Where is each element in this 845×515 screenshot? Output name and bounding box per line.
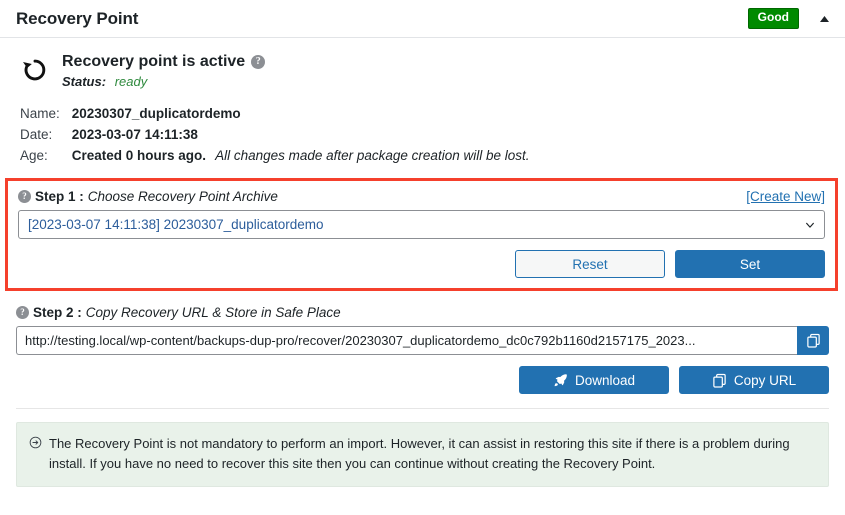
step-1-description: Choose Recovery Point Archive (87, 189, 278, 205)
chevron-down-icon (806, 222, 814, 228)
status-value: ready (114, 74, 148, 90)
recovery-point-active-block: Recovery point is active ? Status: ready (16, 52, 829, 89)
recovery-point-archive-select[interactable]: [2023-03-07 14:11:38] 20230307_duplicato… (18, 210, 825, 240)
reset-button[interactable]: Reset (515, 250, 665, 279)
create-new-link[interactable]: [Create New] (746, 189, 825, 204)
copy-url-button[interactable]: Copy URL (679, 366, 829, 395)
step-1-buttons: Reset Set (18, 250, 825, 279)
meta-key-date: Date: (20, 127, 53, 143)
recovery-point-meta: Name: 20230307_duplicatordemo Date: 2023… (20, 103, 530, 166)
download-rocket-icon (554, 373, 567, 386)
step-2-description: Copy Recovery URL & Store in Safe Place (85, 305, 341, 321)
question-mark-icon[interactable]: ? (251, 54, 266, 69)
status-badge: Good (747, 8, 799, 29)
step-2-label: Step 2 : (33, 305, 82, 321)
recovery-url-input[interactable] (16, 326, 797, 356)
copy-icon (713, 373, 726, 388)
meta-value-name: 20230307_duplicatordemo (72, 103, 530, 124)
meta-key-age: Age: (20, 148, 48, 164)
meta-key-name: Name: (20, 106, 60, 122)
caret-up-icon[interactable] (817, 12, 831, 26)
step-2-block: ? Step 2 : Copy Recovery URL & Store in … (16, 305, 829, 395)
copy-icon[interactable] (797, 326, 829, 356)
question-mark-icon[interactable]: ? (18, 190, 31, 204)
table-row: Name: 20230307_duplicatordemo (20, 103, 530, 124)
meta-value-text: Created 0 hours ago. (71, 148, 207, 164)
table-row: Age: Created 0 hours ago. All changes mad… (20, 145, 530, 166)
step-1-header: ? Step 1 : Choose Recovery Point Archive… (18, 189, 825, 204)
recovery-point-panel: Recovery Point Good Recovery point is ac… (0, 0, 845, 515)
rotate-left-icon (23, 59, 46, 81)
recovery-point-notice: The Recovery Point is not mandatory to p… (16, 422, 829, 488)
panel-body: Recovery point is active ? Status: ready… (0, 38, 845, 488)
set-button[interactable]: Set (675, 250, 825, 279)
meta-age-note: All changes made after package creation … (215, 148, 530, 164)
download-button-label: Download (574, 372, 636, 388)
section-divider (16, 408, 829, 410)
status-line: Status: ready (62, 74, 265, 89)
recovery-point-active-heading: Recovery point is active ? (62, 52, 266, 71)
active-heading-text: Recovery point is active (62, 53, 246, 70)
meta-value-age: Created 0 hours ago. All changes made aft… (72, 145, 530, 166)
table-row: Date: 2023-03-07 14:11:38 (20, 124, 530, 145)
download-button[interactable]: Download (519, 366, 669, 395)
arrow-right-circle-icon (29, 436, 42, 449)
notice-text: The Recovery Point is not mandatory to p… (49, 436, 790, 472)
step-1-label: Step 1 : (35, 189, 84, 205)
step-2-buttons: Download Copy URL (16, 366, 829, 395)
meta-value-text: 2023-03-07 14:11:38 (71, 127, 198, 143)
meta-value-date: 2023-03-07 14:11:38 (72, 124, 530, 145)
meta-value-text: 20230307_duplicatordemo (71, 106, 241, 122)
recovery-url-row (16, 326, 829, 356)
panel-header: Recovery Point Good (0, 0, 845, 38)
archive-select-value: [2023-03-07 14:11:38] 20230307_duplicato… (28, 217, 324, 233)
question-mark-icon[interactable]: ? (16, 306, 29, 320)
copy-url-button-label: Copy URL (733, 372, 797, 388)
page-title: Recovery Point (16, 8, 139, 28)
step-2-header: ? Step 2 : Copy Recovery URL & Store in … (16, 305, 829, 320)
status-label: Status: (62, 74, 107, 90)
step-1-highlight-box: ? Step 1 : Choose Recovery Point Archive… (5, 178, 838, 292)
